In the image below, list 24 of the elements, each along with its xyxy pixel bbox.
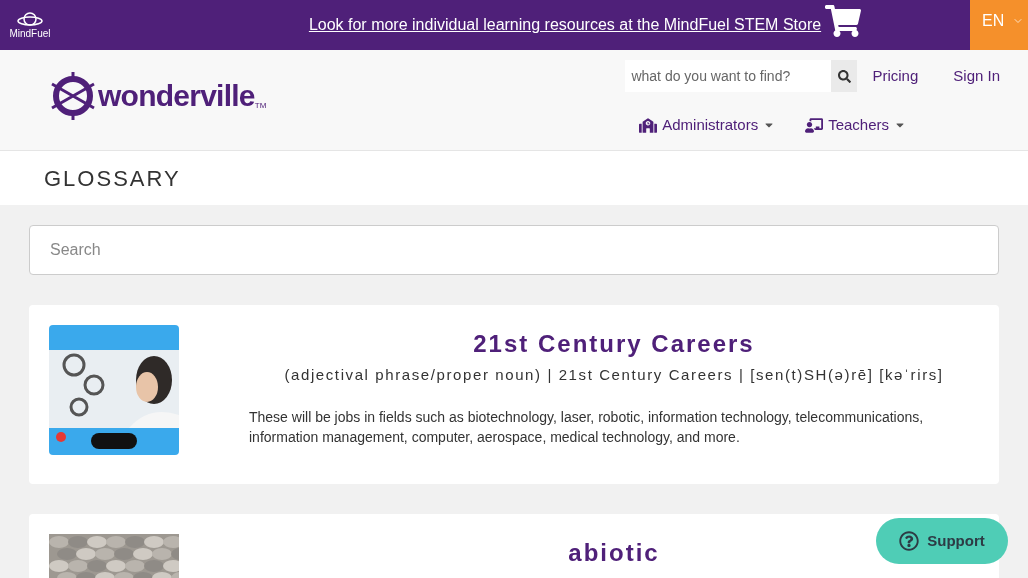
page-title: GLOSSARY	[44, 164, 181, 193]
site-search-field[interactable]: what do you want to find?	[625, 60, 832, 92]
support-button[interactable]: Support	[876, 518, 1008, 564]
teacher-icon	[805, 117, 824, 133]
mindfuel-logo[interactable]: MindFuel	[9, 29, 51, 39]
definition: These will be jobs in fields such as biotechnology, laser, robotic, information technology, telecommunications, information management, computer, aerospace, medical technology, and more.	[249, 407, 925, 447]
term-title: 21st Century Careers	[473, 329, 755, 359]
glossary-search-field[interactable]: Search	[29, 225, 999, 275]
search-icon	[837, 69, 851, 83]
school-icon	[639, 117, 658, 133]
logo-ring-icon	[50, 70, 96, 122]
term-title: abiotic	[568, 538, 660, 568]
nav-dropdown[interactable]: Teachers	[805, 114, 906, 137]
wonderville-logo[interactable]: wonderville	[98, 81, 255, 111]
nav-link[interactable]: Pricing	[872, 64, 919, 88]
store-link[interactable]: Look for more individual learning resources at the MindFuel STEM Store	[308, 13, 822, 37]
help-icon	[899, 531, 920, 551]
trademark-mark: TM	[254, 101, 267, 112]
nav-link[interactable]: Sign In	[953, 64, 1000, 88]
search-button[interactable]	[831, 60, 858, 92]
pronunciation: (adjectival phrase/proper noun) | 21st Century Careers | [sen(t)SH(ə)rē] [kəˈrirs]	[284, 365, 944, 385]
planet-icon	[17, 11, 43, 29]
nav-dropdown[interactable]: Administrators	[639, 114, 776, 137]
cart-icon[interactable]	[825, 5, 862, 37]
